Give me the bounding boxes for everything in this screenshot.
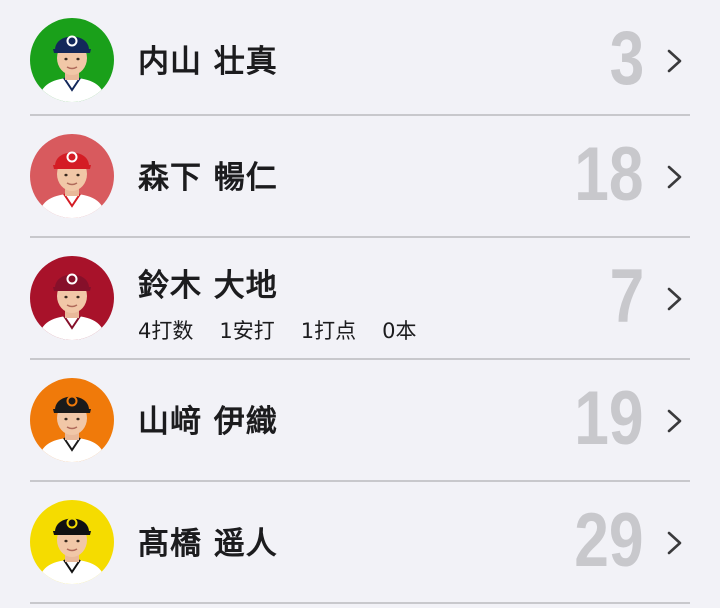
uniform-number: 18	[574, 132, 644, 217]
chevron-right-icon	[667, 49, 682, 73]
batting-stats: 4打数 1安打 1打点 0本	[138, 315, 443, 345]
player-avatar	[30, 378, 114, 462]
player-name: 鈴木 大地	[138, 268, 278, 304]
stat-home-runs: 0本	[382, 319, 417, 343]
player-row[interactable]: 山﨑 伊織 19	[0, 360, 720, 482]
player-row[interactable]: 鈴木 大地 4打数 1安打 1打点 0本 7	[0, 238, 720, 360]
chevron-right-icon	[667, 409, 682, 433]
player-avatar	[30, 18, 114, 102]
player-photo-icon	[30, 18, 114, 102]
player-row[interactable]: 髙橋 遥人 29	[0, 482, 720, 604]
player-photo-icon	[30, 500, 114, 584]
chevron-right-icon	[667, 287, 682, 311]
player-avatar	[30, 134, 114, 218]
player-name: 森下 暢仁	[138, 160, 278, 196]
player-row[interactable]: 内山 壮真 3	[0, 0, 720, 122]
stat-hits: 1安打	[219, 319, 275, 343]
player-list: 内山 壮真 3 森下 暢仁 18 鈴木 大地 4打数 1安打 1打点 0本 7	[0, 0, 720, 608]
stat-rbi: 1打点	[300, 319, 357, 343]
player-name: 内山 壮真	[138, 44, 278, 80]
player-row[interactable]: 森下 暢仁 18	[0, 116, 720, 238]
uniform-number: 7	[609, 254, 644, 339]
player-name: 山﨑 伊織	[138, 404, 278, 440]
player-avatar	[30, 256, 114, 340]
stat-at-bats: 4打数	[138, 319, 194, 343]
chevron-right-icon	[667, 531, 682, 555]
uniform-number: 19	[574, 376, 644, 461]
player-photo-icon	[30, 134, 114, 218]
row-divider	[30, 602, 690, 604]
player-photo-icon	[30, 378, 114, 462]
player-photo-icon	[30, 256, 114, 340]
uniform-number: 29	[574, 498, 644, 583]
chevron-right-icon	[667, 165, 682, 189]
player-name: 髙橋 遥人	[138, 526, 278, 562]
uniform-number: 3	[609, 16, 644, 101]
player-avatar	[30, 500, 114, 584]
